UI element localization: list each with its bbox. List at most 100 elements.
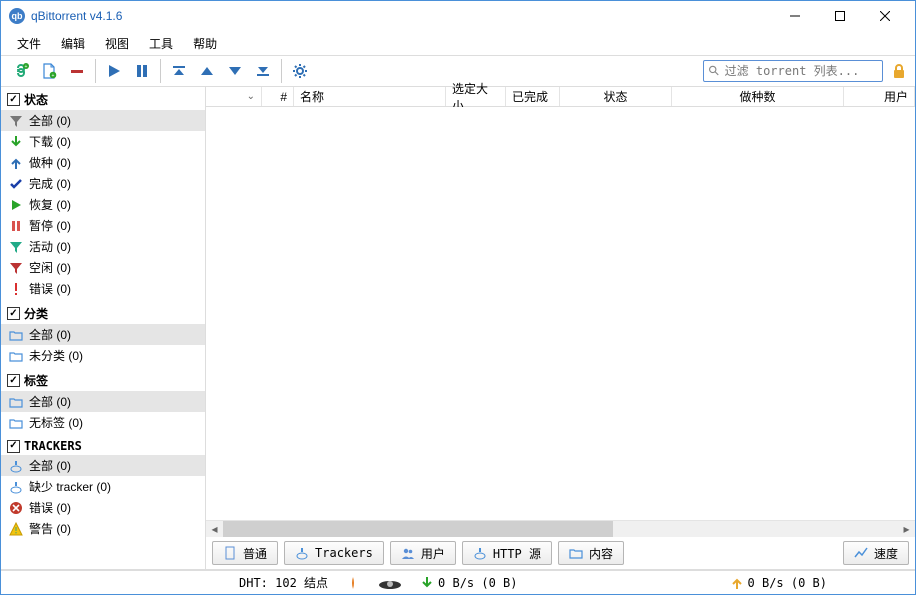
sidebar-tags-section: ✓ 标签 全部 (0) 无标签 (0) — [1, 368, 205, 435]
filter-icon — [9, 114, 23, 128]
pause-icon — [9, 219, 23, 233]
resume-button[interactable] — [100, 57, 128, 85]
chart-icon — [854, 546, 868, 560]
status-upload[interactable]: 0 B/s (0 B) — [730, 576, 827, 590]
scroll-right-icon[interactable]: ▸ — [898, 521, 915, 537]
checkbox-icon: ✓ — [7, 440, 20, 453]
item-label: 完成 (0) — [29, 175, 71, 192]
status-seeding[interactable]: 做种 (0) — [1, 152, 205, 173]
scroll-left-icon[interactable]: ◂ — [206, 521, 223, 537]
sidebar-trackers-header[interactable]: ✓ TRACKERS — [1, 437, 205, 455]
folder-icon — [569, 546, 583, 560]
folder-icon — [9, 395, 23, 409]
item-label: 警告 (0) — [29, 520, 71, 537]
search-box[interactable] — [703, 60, 883, 82]
sidebar-tags-header[interactable]: ✓ 标签 — [1, 370, 205, 391]
warning-icon — [9, 522, 23, 536]
move-up-button[interactable] — [193, 57, 221, 85]
tab-general[interactable]: 普通 — [212, 541, 278, 565]
move-bottom-button[interactable] — [249, 57, 277, 85]
scroll-thumb[interactable] — [223, 521, 613, 537]
tags-all[interactable]: 全部 (0) — [1, 391, 205, 412]
titlebar: qb qBittorrent v4.1.6 — [1, 1, 915, 31]
svg-text:+: + — [25, 64, 28, 70]
statusbar: DHT: 102 结点 0 B/s (0 B) 0 B/s (0 B) — [1, 570, 915, 594]
tab-trackers[interactable]: Trackers — [284, 541, 384, 565]
status-inactive[interactable]: 空闲 (0) — [1, 257, 205, 278]
status-errored[interactable]: 错误 (0) — [1, 278, 205, 299]
app-window: qb qBittorrent v4.1.6 文件 编辑 视图 工具 帮助 + + — [0, 0, 916, 595]
filter-idle-icon — [9, 261, 23, 275]
remove-button[interactable] — [63, 57, 91, 85]
toolbar-separator — [281, 59, 282, 83]
move-down-button[interactable] — [221, 57, 249, 85]
item-label: 下载 (0) — [29, 133, 71, 150]
svg-text:+: + — [52, 73, 55, 79]
checkbox-icon: ✓ — [7, 93, 20, 106]
settings-button[interactable] — [286, 57, 314, 85]
add-link-button[interactable]: + — [7, 57, 35, 85]
col-seeds[interactable]: 做种数 — [672, 87, 844, 106]
trackers-warning[interactable]: 警告 (0) — [1, 518, 205, 539]
col-done[interactable]: 已完成 — [506, 87, 560, 106]
checkbox-icon: ✓ — [7, 307, 20, 320]
scroll-track[interactable] — [223, 521, 898, 537]
menu-file[interactable]: 文件 — [9, 33, 49, 54]
folder-icon — [9, 328, 23, 342]
menu-view[interactable]: 视图 — [97, 33, 137, 54]
menu-tools[interactable]: 工具 — [141, 33, 181, 54]
horizontal-scrollbar[interactable]: ◂ ▸ — [206, 520, 915, 537]
minimize-button[interactable] — [772, 2, 817, 30]
trackers-all[interactable]: 全部 (0) — [1, 455, 205, 476]
status-active[interactable]: 活动 (0) — [1, 236, 205, 257]
item-label: 错误 (0) — [29, 499, 71, 516]
col-status[interactable]: 状态 — [560, 87, 672, 106]
trackers-label: TRACKERS — [24, 439, 82, 453]
status-paused[interactable]: 暂停 (0) — [1, 215, 205, 236]
close-button[interactable] — [862, 2, 907, 30]
col-selsize[interactable]: 选定大小 — [446, 87, 506, 106]
category-all[interactable]: 全部 (0) — [1, 324, 205, 345]
tab-peers[interactable]: 用户 — [390, 541, 456, 565]
trackers-trackerless[interactable]: 缺少 tracker (0) — [1, 476, 205, 497]
status-firewall-icon[interactable] — [346, 576, 360, 590]
window-title: qBittorrent v4.1.6 — [31, 9, 772, 23]
users-icon — [401, 546, 415, 560]
menu-help[interactable]: 帮助 — [185, 33, 225, 54]
maximize-button[interactable] — [817, 2, 862, 30]
sidebar-status-section: ✓ 状态 全部 (0) 下载 (0) 做种 (0) 完成 (0) — [1, 87, 205, 301]
col-num-label[interactable]: # — [262, 87, 294, 106]
sidebar-category-header[interactable]: ✓ 分类 — [1, 303, 205, 324]
status-dht[interactable]: DHT: 102 结点 — [239, 574, 328, 591]
folder-icon — [9, 416, 23, 430]
move-top-button[interactable] — [165, 57, 193, 85]
item-label: 恢复 (0) — [29, 196, 71, 213]
status-downloading[interactable]: 下载 (0) — [1, 131, 205, 152]
sidebar-status-header[interactable]: ✓ 状态 — [1, 89, 205, 110]
tab-speed[interactable]: 速度 — [843, 541, 909, 565]
item-label: 全部 (0) — [29, 112, 71, 129]
col-users[interactable]: 用户 — [844, 87, 915, 106]
status-all[interactable]: 全部 (0) — [1, 110, 205, 131]
tags-untagged[interactable]: 无标签 (0) — [1, 412, 205, 433]
category-uncategorized[interactable]: 未分类 (0) — [1, 345, 205, 366]
pause-button[interactable] — [128, 57, 156, 85]
search-input[interactable] — [725, 64, 878, 78]
menu-edit[interactable]: 编辑 — [53, 33, 93, 54]
col-name[interactable]: 名称 — [294, 87, 446, 106]
tab-content[interactable]: 内容 — [558, 541, 624, 565]
tracker-icon — [473, 546, 487, 560]
lock-icon[interactable] — [889, 61, 909, 81]
check-icon — [9, 177, 23, 191]
status-altspeed-icon[interactable] — [378, 576, 402, 590]
tab-http[interactable]: HTTP 源 — [462, 541, 552, 565]
tags-label: 标签 — [24, 372, 48, 389]
add-file-button[interactable]: + — [35, 57, 63, 85]
status-download[interactable]: 0 B/s (0 B) — [420, 576, 517, 590]
trackers-error[interactable]: 错误 (0) — [1, 497, 205, 518]
filter-active-icon — [9, 240, 23, 254]
status-completed[interactable]: 完成 (0) — [1, 173, 205, 194]
status-resumed[interactable]: 恢复 (0) — [1, 194, 205, 215]
down-arrow-icon — [9, 135, 23, 149]
col-num[interactable] — [206, 87, 262, 106]
